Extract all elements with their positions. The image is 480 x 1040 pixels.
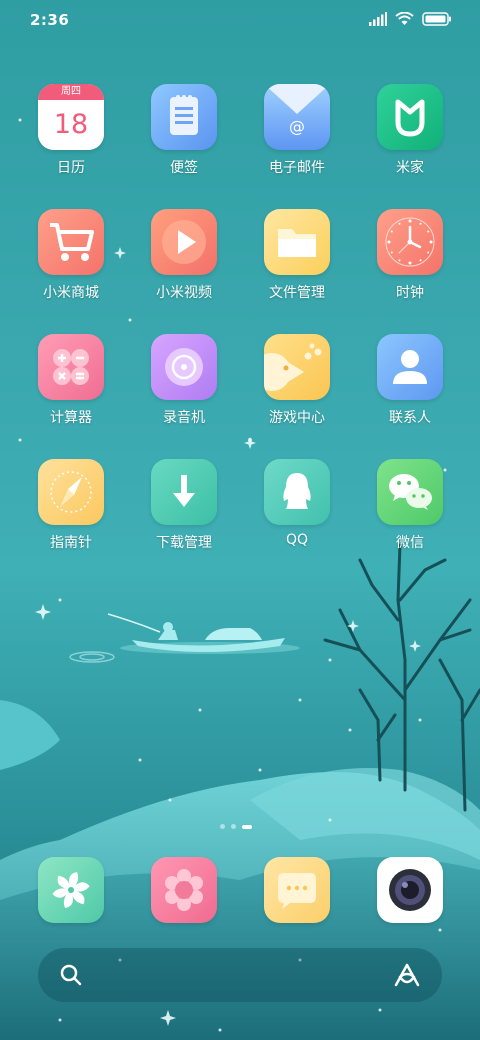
app-download-manager[interactable]: 下载管理 <box>134 459 234 552</box>
battery-icon <box>422 12 451 26</box>
wechat-icon <box>377 459 443 525</box>
app-label: 时钟 <box>396 285 424 301</box>
game-center-icon <box>264 334 330 400</box>
signal-icon <box>369 12 387 26</box>
app-notes[interactable]: 便签 <box>134 84 234 177</box>
calendar-icon: 周四 18 <box>38 84 104 150</box>
app-label: QQ <box>285 532 309 548</box>
app-mi-store[interactable]: 小米商城 <box>21 209 121 302</box>
app-label: 下载管理 <box>156 535 212 551</box>
svg-text:@: @ <box>289 117 305 136</box>
fan-pinwheel-icon <box>38 857 104 923</box>
app-label: 录音机 <box>163 410 205 426</box>
app-mi-video[interactable]: 小米视频 <box>134 209 234 302</box>
app-wechat[interactable]: 微信 <box>360 459 460 552</box>
page-indicator <box>220 824 252 829</box>
calendar-day: 18 <box>38 100 104 150</box>
app-label: 电子邮件 <box>269 160 325 176</box>
camera-icon <box>377 857 443 923</box>
app-recorder[interactable]: 录音机 <box>134 334 234 427</box>
app-calculator[interactable]: 计算器 <box>21 334 121 427</box>
app-label: 微信 <box>396 535 424 551</box>
contacts-icon <box>377 334 443 400</box>
video-play-icon <box>151 209 217 275</box>
app-email[interactable]: @ 电子邮件 <box>247 84 347 177</box>
app-contacts[interactable]: 联系人 <box>360 334 460 427</box>
app-label: 小米商城 <box>43 285 99 301</box>
calendar-weekday: 周四 <box>38 84 104 100</box>
dock-app-1[interactable] <box>21 857 121 923</box>
app-label: 指南针 <box>50 535 92 551</box>
dock-app-2[interactable] <box>134 857 234 923</box>
app-game-center[interactable]: 游戏中心 <box>247 334 347 427</box>
assistant-icon[interactable] <box>394 963 420 987</box>
folder-icon <box>264 209 330 275</box>
app-label: 日历 <box>57 160 85 176</box>
download-icon <box>151 459 217 525</box>
dock-app-4[interactable] <box>360 857 460 923</box>
app-mijia[interactable]: 米家 <box>360 84 460 177</box>
app-label: 游戏中心 <box>269 410 325 426</box>
dock-app-3[interactable] <box>247 857 347 923</box>
app-calendar[interactable]: 周四 18 日历 <box>21 84 121 177</box>
shopping-cart-icon <box>38 209 104 275</box>
status-bar: 2:36 <box>0 0 480 40</box>
wifi-icon <box>395 12 414 25</box>
app-file-manager[interactable]: 文件管理 <box>247 209 347 302</box>
message-bubble-icon <box>264 857 330 923</box>
app-label: 便签 <box>170 160 198 176</box>
qq-penguin-icon <box>264 459 330 525</box>
notes-icon <box>151 84 217 150</box>
recorder-icon <box>151 334 217 400</box>
app-label: 米家 <box>396 160 424 176</box>
app-label: 联系人 <box>389 410 431 426</box>
page-dot-active <box>242 824 252 829</box>
ring-flower-icon <box>151 857 217 923</box>
app-compass[interactable]: 指南针 <box>21 459 121 552</box>
status-time: 2:36 <box>30 11 70 29</box>
app-qq[interactable]: QQ <box>247 459 347 548</box>
app-clock[interactable]: 时钟 <box>360 209 460 302</box>
mijia-icon <box>377 84 443 150</box>
page-dot <box>220 824 225 829</box>
email-icon: @ <box>264 84 330 150</box>
search-bar[interactable] <box>38 948 442 1002</box>
page-dot <box>231 824 236 829</box>
app-label: 小米视频 <box>156 285 212 301</box>
app-label: 计算器 <box>50 410 92 426</box>
compass-icon <box>38 459 104 525</box>
search-icon[interactable] <box>60 964 82 986</box>
clock-icon <box>377 209 443 275</box>
app-label: 文件管理 <box>269 285 325 301</box>
calculator-icon <box>38 334 104 400</box>
